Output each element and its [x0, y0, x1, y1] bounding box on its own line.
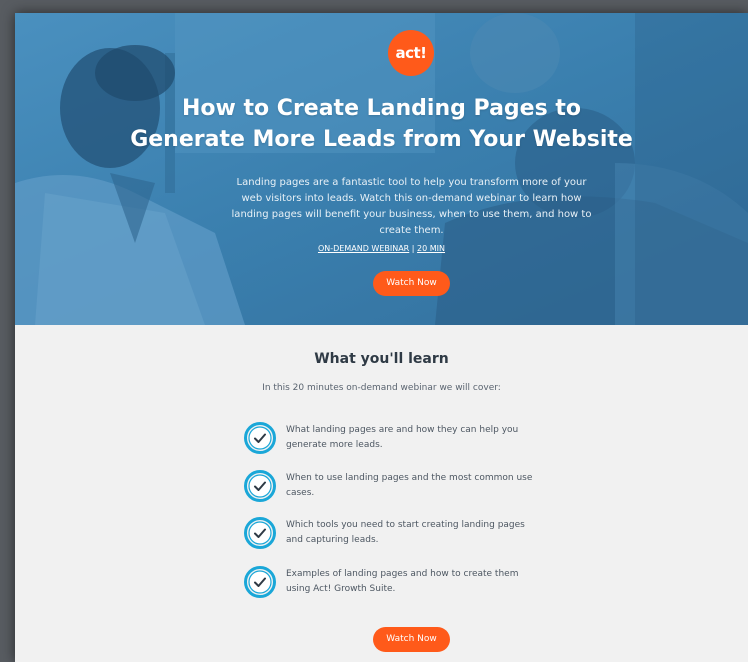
learn-intro: In this 20 minutes on-demand webinar we …	[262, 383, 501, 393]
page-title-line-1: How to Create Landing Pages to	[182, 96, 581, 121]
act-logo[interactable]: act!	[388, 30, 434, 76]
watch-now-button-hero[interactable]: Watch Now	[373, 271, 450, 296]
check-circle-icon	[244, 470, 276, 502]
learn-item: Which tools you need to start creating l…	[244, 517, 544, 553]
learn-item-text: Which tools you need to start creating l…	[286, 520, 525, 545]
check-circle-icon	[244, 422, 276, 454]
webinar-meta: ON-DEMAND WEBINAR | 20 MIN	[15, 244, 748, 253]
page-title: How to Create Landing Pages to Generate …	[15, 93, 748, 155]
check-circle-icon	[244, 566, 276, 598]
learn-section: What you'll learn In this 20 minutes on-…	[15, 325, 748, 662]
landing-page: act! How to Create Landing Pages to Gene…	[15, 13, 748, 662]
page-title-line-2: Generate More Leads from Your Website	[130, 127, 633, 152]
meta-separator: |	[411, 244, 415, 253]
watch-now-button-bottom[interactable]: Watch Now	[373, 627, 450, 652]
learn-item: What landing pages are and how they can …	[244, 422, 544, 458]
hero-description: Landing pages are a fantastic tool to he…	[231, 177, 592, 236]
webinar-length: 20 MIN	[417, 244, 446, 253]
hero-banner: act! How to Create Landing Pages to Gene…	[15, 13, 748, 325]
check-circle-icon	[244, 517, 276, 549]
learn-item: When to use landing pages and the most c…	[244, 470, 544, 506]
learn-title: What you'll learn	[314, 351, 449, 367]
learn-item-text: Examples of landing pages and how to cre…	[286, 569, 519, 594]
learn-item-text: When to use landing pages and the most c…	[286, 473, 533, 498]
webinar-type: ON-DEMAND WEBINAR	[317, 244, 410, 253]
hero-content: act! How to Create Landing Pages to Gene…	[15, 13, 748, 325]
learn-item: Examples of landing pages and how to cre…	[244, 566, 544, 602]
learn-item-text: What landing pages are and how they can …	[286, 425, 519, 450]
